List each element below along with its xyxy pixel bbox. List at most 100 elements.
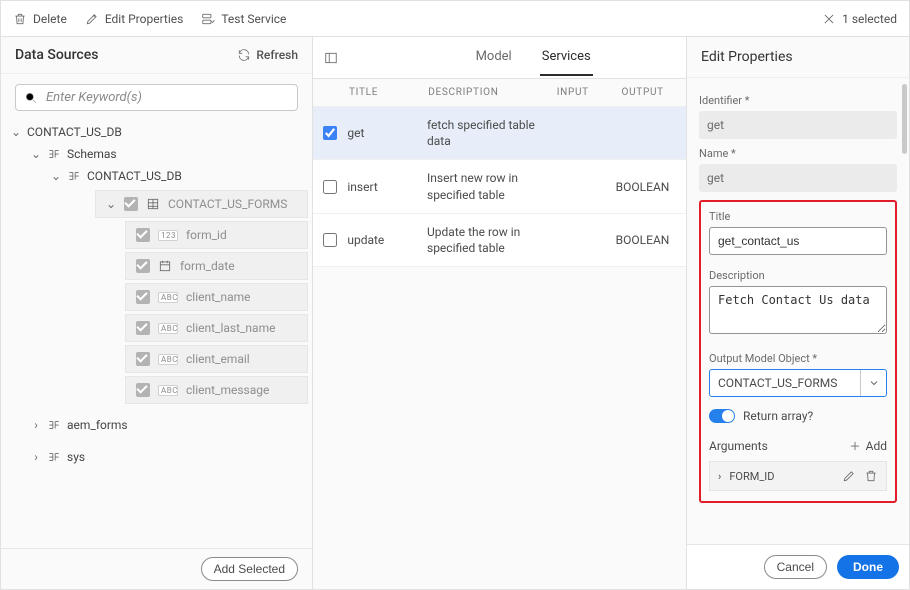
rail-toggle-icon[interactable]	[323, 51, 339, 65]
tree-node-column[interactable]: ABC client_last_name	[125, 314, 308, 342]
refresh-button[interactable]: Refresh	[237, 48, 298, 62]
column-label: client_email	[186, 352, 250, 366]
type-tag: ABC	[158, 292, 178, 303]
tree-node-column[interactable]: form_date	[125, 252, 308, 280]
close-icon[interactable]	[822, 12, 836, 26]
return-array-toggle[interactable]	[709, 409, 735, 423]
identifier-field: get	[699, 111, 897, 139]
th-description: DESCRIPTION	[428, 87, 540, 98]
schema-icon	[47, 418, 61, 432]
chevron-down-icon: ⌄	[31, 147, 41, 161]
tree-node-extra[interactable]: › aem_forms	[25, 414, 308, 436]
name-label: Name *	[699, 147, 897, 160]
checkbox-checked-icon[interactable]	[136, 228, 150, 242]
schema-icon	[47, 450, 61, 464]
checkbox-checked-icon[interactable]	[136, 321, 150, 335]
column-label: client_last_name	[186, 321, 275, 335]
title-input[interactable]	[709, 227, 887, 255]
trash-icon	[13, 12, 27, 26]
tree-node-column[interactable]: 123 form_id	[125, 221, 308, 249]
chevron-down-icon: ⌄	[51, 169, 61, 183]
tree-node-schemas[interactable]: ⌄ Schemas	[25, 143, 308, 165]
search-input[interactable]: Enter Keyword(s)	[15, 84, 298, 111]
edit-properties-action[interactable]: Edit Properties	[85, 12, 184, 26]
tree-node-db[interactable]: ⌄ CONTACT_US_DB	[5, 121, 308, 143]
arguments-label: Arguments	[709, 439, 768, 453]
highlighted-edit-zone: Title Description Output Model Object * …	[699, 200, 897, 503]
add-label: Add	[866, 439, 887, 453]
server-check-icon	[201, 12, 215, 26]
selection-indicator[interactable]: 1 selected	[822, 12, 897, 26]
row-title: get	[347, 126, 427, 140]
service-row[interactable]: get fetch specified table data	[313, 107, 686, 160]
title-label: Title	[709, 210, 887, 223]
checkbox-checked-icon[interactable]	[136, 352, 150, 366]
description-textarea[interactable]	[709, 286, 887, 334]
tab-model[interactable]: Model	[474, 39, 514, 76]
row-title: insert	[347, 180, 427, 194]
plus-icon	[848, 439, 862, 453]
chevron-down-icon: ⌄	[106, 197, 116, 211]
tab-services[interactable]: Services	[540, 39, 593, 76]
table-icon	[146, 197, 160, 211]
db-label: CONTACT_US_DB	[27, 125, 122, 139]
chevron-right-icon: ›	[718, 470, 721, 483]
tree-node-extra[interactable]: › sys	[25, 446, 308, 468]
pencil-icon[interactable]	[842, 469, 856, 483]
row-checkbox[interactable]	[323, 233, 337, 247]
row-output: BOOLEAN	[605, 233, 680, 247]
output-model-select[interactable]: CONTACT_US_FORMS	[709, 369, 887, 397]
services-table-header: TITLE DESCRIPTION INPUT OUTPUT	[313, 79, 686, 107]
edit-properties-label: Edit Properties	[105, 12, 184, 26]
name-field: get	[699, 164, 897, 192]
table-label: CONTACT_US_FORMS	[168, 197, 287, 211]
chevron-right-icon: ›	[31, 450, 41, 464]
service-row[interactable]: insert Insert new row in specified table…	[313, 160, 686, 213]
column-label: form_date	[180, 259, 235, 273]
schema-icon	[67, 169, 81, 183]
trash-icon[interactable]	[864, 469, 878, 483]
top-action-bar: Delete Edit Properties Test Service 1 se…	[1, 1, 909, 37]
test-service-action[interactable]: Test Service	[201, 12, 286, 26]
row-checkbox[interactable]	[323, 126, 337, 140]
argument-row[interactable]: › FORM_ID	[709, 461, 887, 491]
checkbox-checked-icon[interactable]	[124, 197, 138, 211]
done-button[interactable]: Done	[837, 555, 899, 579]
service-row[interactable]: update Update the row in specified table…	[313, 214, 686, 267]
tree-node-table[interactable]: ⌄ CONTACT_US_FORMS	[95, 190, 308, 218]
type-tag: ABC	[158, 323, 178, 334]
sidebar-header: Data Sources Refresh	[1, 37, 312, 74]
type-tag: 123	[158, 230, 178, 241]
tree-node-column[interactable]: ABC client_name	[125, 283, 308, 311]
argument-name: FORM_ID	[729, 470, 834, 483]
test-service-label: Test Service	[221, 12, 286, 26]
tree-node-schema-db[interactable]: ⌄ CONTACT_US_DB	[45, 165, 308, 187]
tree-node-column[interactable]: ABC client_email	[125, 345, 308, 373]
row-output: BOOLEAN	[605, 180, 680, 194]
scrollbar[interactable]	[902, 84, 907, 154]
type-tag: ABC	[158, 354, 178, 365]
search-placeholder: Enter Keyword(s)	[46, 90, 142, 105]
schema-db-label: CONTACT_US_DB	[87, 169, 182, 183]
output-model-value: CONTACT_US_FORMS	[710, 370, 860, 396]
add-argument-button[interactable]: Add	[848, 439, 887, 453]
calendar-icon	[158, 259, 172, 273]
delete-action[interactable]: Delete	[13, 12, 67, 26]
checkbox-checked-icon[interactable]	[136, 259, 150, 273]
return-array-label: Return array?	[743, 409, 813, 423]
add-selected-bar: Add Selected	[1, 548, 312, 589]
schemas-label: Schemas	[67, 147, 117, 161]
chevron-down-icon[interactable]	[860, 370, 886, 396]
tree-node-column[interactable]: ABC client_message	[125, 376, 308, 404]
edit-properties-title: Edit Properties	[687, 37, 909, 78]
row-description: fetch specified table data	[427, 117, 539, 149]
column-label: client_name	[186, 290, 251, 304]
row-checkbox[interactable]	[323, 180, 337, 194]
row-title: update	[347, 233, 427, 247]
checkbox-checked-icon[interactable]	[136, 290, 150, 304]
description-label: Description	[709, 269, 887, 282]
checkbox-checked-icon[interactable]	[136, 383, 150, 397]
add-selected-button[interactable]: Add Selected	[201, 557, 298, 581]
type-tag: ABC	[158, 385, 178, 396]
cancel-button[interactable]: Cancel	[764, 555, 827, 579]
